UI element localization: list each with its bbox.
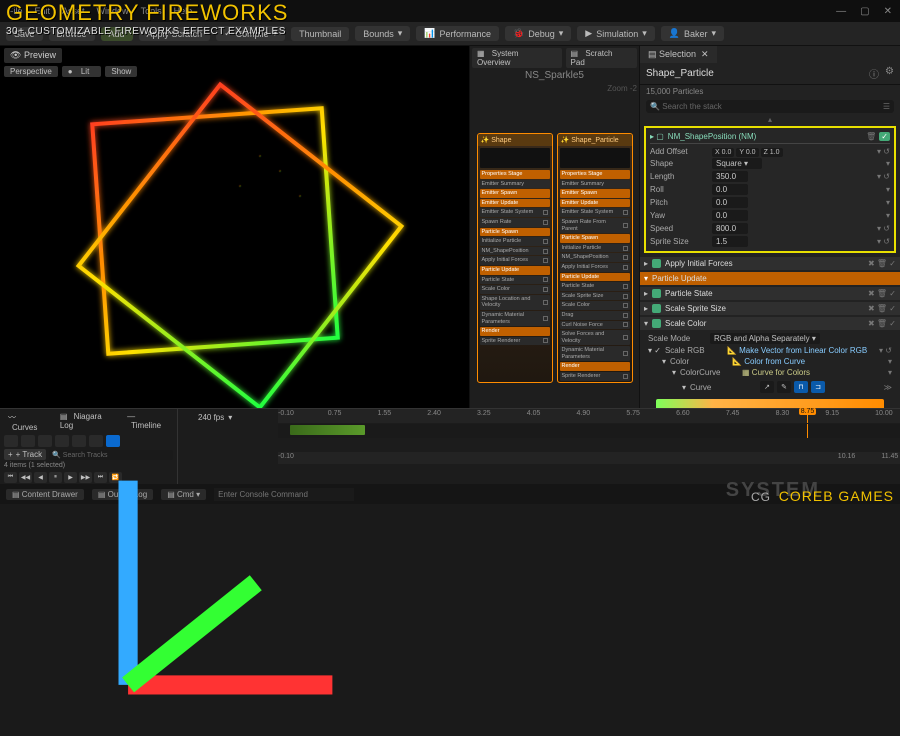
playhead[interactable]: 8.75 xyxy=(807,409,808,423)
brand-name: COREB GAMES xyxy=(779,488,894,504)
window-maximize[interactable]: ▢ xyxy=(860,6,869,17)
section-scale-color[interactable]: ▾Scale Color✖ 🗑 ✓ xyxy=(640,317,900,330)
debug-button[interactable]: 🐞 Debug ▾ xyxy=(505,26,571,41)
color-gradient[interactable] xyxy=(656,399,884,408)
filter-icon[interactable]: ☰ xyxy=(883,102,890,111)
curve-cap2-icon[interactable]: ⊐ xyxy=(811,381,825,393)
gear-icon[interactable]: ⚙ xyxy=(885,66,894,81)
menu-edit[interactable]: Edit xyxy=(35,6,51,16)
roll-field[interactable]: 0.0 xyxy=(712,184,748,195)
section-apply-initial-forces[interactable]: ▸Apply Initial Forces✖ 🗑 ✓ xyxy=(640,257,900,270)
preview-viewport[interactable]: 👁 Preview Perspective ● Lit Show xyxy=(0,46,470,408)
menu-bar: File Edit Asset Window Tools Help xyxy=(8,6,192,16)
pitch-field[interactable]: 0.0 xyxy=(712,197,748,208)
tab-scratch-pad[interactable]: ▤ Scratch Pad xyxy=(566,48,637,68)
timeline-ruler[interactable]: -0.100.75 1.552.40 3.254.05 4.905.75 6.6… xyxy=(278,409,900,423)
section-particle-state[interactable]: ▸Particle State✖ 🗑 ✓ xyxy=(640,287,900,300)
curve-cap1-icon[interactable]: ⊓ xyxy=(794,381,808,393)
timeline-clip[interactable] xyxy=(290,425,365,435)
curve-scale-icon[interactable]: ↗ xyxy=(760,381,774,393)
window-close[interactable]: ✕ xyxy=(884,6,892,17)
fps-value[interactable]: 240 fps xyxy=(198,413,224,422)
main-toolbar: Save Browse Add Apply Scratch ✓ Compile … xyxy=(0,22,900,46)
sprite-size-field[interactable]: 1.5 xyxy=(712,236,748,247)
scale-rgb-value[interactable]: 📐 Make Vector from Linear Color RGB xyxy=(727,346,867,355)
brand-cg: CG xyxy=(751,490,771,504)
yaw-field[interactable]: 0.0 xyxy=(712,210,748,221)
titlebar: File Edit Asset Window Tools Help — ▢ ✕ xyxy=(0,0,900,22)
menu-tools[interactable]: Tools xyxy=(141,6,162,16)
baker-button[interactable]: 👤 Baker ▾ xyxy=(661,26,724,41)
window-minimize[interactable]: — xyxy=(836,6,846,17)
menu-asset[interactable]: Asset xyxy=(62,6,85,16)
add-offset-field[interactable]: X 0.0Y 0.0Z 1.0 xyxy=(712,147,785,156)
system-overview-pane[interactable]: ▦ System Overview ▤ Scratch Pad NS_Spark… xyxy=(470,46,640,408)
menu-file[interactable]: File xyxy=(8,6,23,16)
bounds-button[interactable]: Bounds ▾ xyxy=(355,26,410,41)
curve-edit-icon[interactable]: ✎ xyxy=(777,381,791,393)
shape-dropdown[interactable]: Square ▾ xyxy=(712,158,762,169)
tab-selection[interactable]: ▤ Selection ✕ xyxy=(640,46,717,63)
simulation-button[interactable]: ▶ Simulation ▾ xyxy=(577,26,654,41)
module-title: NM_ShapePosition (NM) xyxy=(668,132,756,141)
save-button[interactable]: Save xyxy=(6,27,43,41)
menu-window[interactable]: Window xyxy=(97,6,129,16)
color-value[interactable]: 📐 Color from Curve xyxy=(732,357,805,366)
section-particle-update[interactable]: ▾Particle Update xyxy=(640,272,900,285)
length-field[interactable]: 350.0 xyxy=(712,171,748,182)
selection-panel: ▤ Selection ✕ Shape_Particle ⓘ ⚙ 15,000 P… xyxy=(640,46,900,408)
timeline-track[interactable] xyxy=(278,424,900,438)
module-nm-shapeposition: ▸ ▢ NM_ShapePosition (NM) 🗑✓ Add Offset … xyxy=(644,126,896,253)
thumbnail-button[interactable]: Thumbnail xyxy=(291,27,349,41)
apply-scratch-button[interactable]: Apply Scratch xyxy=(139,27,211,41)
tab-system-overview[interactable]: ▦ System Overview xyxy=(472,48,562,68)
section-scale-sprite-size[interactable]: ▸Scale Sprite Size✖ 🗑 ✓ xyxy=(640,302,900,315)
node-shape[interactable]: ✨ Shape Properties Stage Emitter Summary… xyxy=(477,133,553,383)
system-name: NS_Sparkle5 xyxy=(472,70,637,81)
info-icon[interactable]: ⓘ xyxy=(869,66,879,81)
particle-count: 15,000 Particles xyxy=(640,85,900,98)
add-button[interactable]: Add xyxy=(101,27,133,41)
selection-title: Shape_Particle xyxy=(646,68,714,79)
speed-field[interactable]: 800.0 xyxy=(712,223,748,234)
delete-icon[interactable]: 🗑 xyxy=(866,132,876,141)
menu-help[interactable]: Help xyxy=(174,6,193,16)
axis-gizmo[interactable] xyxy=(8,374,34,400)
colorcurve-value[interactable]: ▦ Curve for Colors xyxy=(742,368,810,377)
zoom-level: Zoom -2 xyxy=(472,84,637,93)
performance-button[interactable]: 📊 Performance xyxy=(416,26,499,41)
preview-tab[interactable]: 👁 Preview xyxy=(4,48,62,63)
compile-button[interactable]: ✓ Compile ▾ xyxy=(216,26,285,41)
scale-mode-dropdown[interactable]: RGB and Alpha Separately ▾ xyxy=(710,333,820,344)
node-shape-particle[interactable]: ✨ Shape_Particle Properties Stage Emitte… xyxy=(557,133,633,383)
browse-button[interactable]: Browse xyxy=(49,27,95,41)
checkbox-icon[interactable]: ✓ xyxy=(879,132,890,141)
stack-search[interactable]: 🔍 Search the stack☰ xyxy=(646,100,894,113)
